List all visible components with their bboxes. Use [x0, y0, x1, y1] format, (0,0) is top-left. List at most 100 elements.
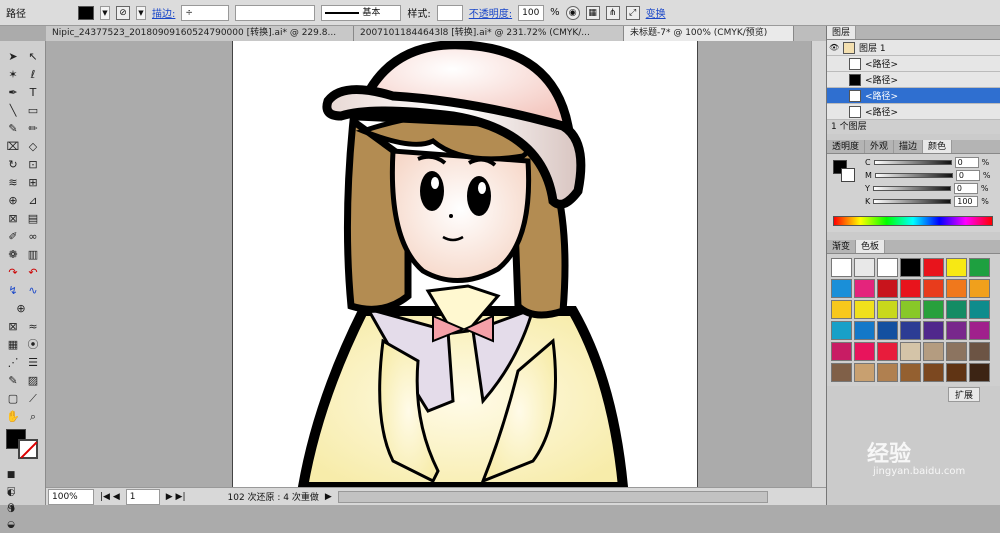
color-swatch[interactable] — [923, 363, 944, 382]
pen-tool-icon[interactable]: ✒ — [4, 85, 22, 101]
fill-dropdown[interactable]: ▼ — [100, 5, 110, 20]
color-swatch[interactable] — [969, 321, 990, 340]
tab-document-1[interactable]: Nipic_24377523_20180909160524790000 [转换]… — [46, 26, 354, 41]
isolate-icon[interactable]: ⤢ — [625, 5, 640, 20]
tab-document-2[interactable]: 20071011844643l8 [转换].ai* @ 231.72% (CMY… — [354, 26, 624, 41]
status-arrow-icon[interactable]: ▶ — [325, 492, 332, 502]
color-swatch[interactable] — [831, 342, 852, 361]
canvas-vertical-scrollbar[interactable] — [811, 41, 826, 487]
slice-tool-icon[interactable]: ≈ — [24, 319, 42, 335]
horizontal-scrollbar[interactable] — [337, 490, 768, 503]
variable-width-field[interactable] — [235, 4, 316, 21]
color-swatch[interactable] — [900, 279, 921, 298]
layer-row[interactable]: 👁 图层 1 — [827, 40, 1000, 56]
stroke-dropdown[interactable]: ▼ — [136, 5, 146, 20]
color-swatch[interactable] — [923, 342, 944, 361]
selection-options-icon[interactable]: ⋔ — [605, 5, 620, 20]
color-swatch[interactable] — [969, 363, 990, 382]
transform-link[interactable]: 变换 — [646, 5, 666, 20]
stroke-weight-field[interactable]: ÷ — [181, 4, 230, 21]
tab-document-3[interactable]: 未标题-7* @ 100% (CMYK/预览) — [624, 26, 794, 41]
color-swatch[interactable] — [877, 342, 898, 361]
hand-tool-icon[interactable]: ✋ — [4, 409, 22, 425]
recolor-icon[interactable]: ◉ — [565, 5, 580, 20]
warp-tool-icon[interactable]: ↶ — [24, 265, 42, 281]
twirl-tool-icon[interactable]: ∿ — [24, 283, 42, 299]
perspective-grid-tool-icon[interactable]: ⊿ — [24, 193, 42, 209]
bend-tool-icon[interactable]: ⦿ — [24, 337, 42, 353]
zoom-tool-icon[interactable]: ⌕ — [24, 409, 42, 425]
graphic-style-field[interactable] — [436, 4, 463, 21]
chart-tool-icon[interactable]: ▦ — [4, 337, 22, 353]
color-swatch[interactable] — [900, 300, 921, 319]
path-row[interactable]: <路径> — [827, 72, 1000, 88]
black-slider[interactable]: K 100% — [861, 195, 991, 208]
gradient-tool-icon[interactable]: ▤ — [24, 211, 42, 227]
fill-color-swatch[interactable] — [78, 5, 94, 20]
path-row[interactable]: <路径> — [827, 104, 1000, 120]
color-swatch[interactable] — [854, 300, 875, 319]
free-transform-tool-icon[interactable]: ⊞ — [24, 175, 42, 191]
mesh-tool-icon[interactable]: ⊠ — [4, 211, 22, 227]
color-swatch[interactable] — [877, 300, 898, 319]
color-swatch[interactable] — [946, 258, 967, 277]
first-page-icon[interactable]: |◀ ◀ — [100, 492, 120, 502]
color-swatch[interactable] — [969, 258, 990, 277]
lasso-tool-icon[interactable]: ℓ — [24, 67, 42, 83]
symbol-sprayer-tool-icon[interactable]: ❁ — [4, 247, 22, 263]
curvature-tool-icon[interactable]: ↷ — [4, 265, 22, 281]
stroke-link[interactable]: 描边: — [152, 5, 175, 20]
opacity-field[interactable]: 100 — [518, 4, 545, 21]
opacity-link[interactable]: 不透明度: — [469, 5, 512, 20]
eyedropper-tool-icon[interactable]: ✐ — [4, 229, 22, 245]
selection-tool-icon[interactable]: ➤ — [4, 49, 22, 65]
rotate-tool-icon[interactable]: ↻ — [4, 157, 22, 173]
tab-swatches[interactable]: 色板 — [856, 240, 886, 253]
cyan-slider[interactable]: C 0% — [861, 156, 991, 169]
eraser-tool-icon[interactable]: ◇ — [24, 139, 42, 155]
brush-style-field[interactable]: 基本 — [321, 4, 402, 21]
column-graph-tool-icon[interactable]: ☰ — [24, 355, 42, 371]
color-swatch[interactable] — [923, 258, 944, 277]
shape-builder-tool-icon[interactable]: ⊕ — [4, 193, 22, 209]
tab-color[interactable]: 颜色 — [923, 140, 953, 153]
color-swatch[interactable] — [831, 300, 852, 319]
eye-icon[interactable]: 👁 — [829, 43, 839, 53]
blend-tool-icon[interactable]: ∞ — [24, 229, 42, 245]
crop-tool-icon[interactable]: ▢ — [4, 391, 22, 407]
path-row-selected[interactable]: <路径> — [827, 88, 1000, 104]
color-spectrum-bar[interactable] — [833, 216, 993, 226]
girl-illustration[interactable] — [233, 41, 699, 487]
tab-appearance[interactable]: 外观 — [865, 140, 895, 153]
magenta-slider[interactable]: M 0% — [861, 169, 991, 182]
graph-tool-icon[interactable]: ▥ — [24, 247, 42, 263]
color-swatch[interactable] — [877, 321, 898, 340]
blob-brush-tool-icon[interactable]: ⌧ — [4, 139, 22, 155]
color-swatch[interactable] — [900, 342, 921, 361]
artboard-tool-icon[interactable]: ⊠ — [4, 319, 22, 335]
color-swatch[interactable] — [969, 300, 990, 319]
color-swatch[interactable] — [900, 363, 921, 382]
width-tool-icon[interactable]: ≋ — [4, 175, 22, 191]
artboard[interactable] — [232, 41, 698, 487]
paintbrush-tool-icon[interactable]: ✎ — [4, 121, 22, 137]
yellow-slider[interactable]: Y 0% — [861, 182, 991, 195]
magic-wand-tool-icon[interactable]: ✶ — [4, 67, 22, 83]
color-swatch[interactable] — [854, 279, 875, 298]
color-mode-icon[interactable]: ■ □ ⊘ — [2, 467, 20, 512]
color-swatch[interactable] — [900, 258, 921, 277]
color-swatch[interactable] — [831, 321, 852, 340]
color-swatch[interactable] — [946, 279, 967, 298]
color-stroke-indicator[interactable] — [841, 168, 855, 182]
target-tool-icon[interactable]: ⊕ — [12, 301, 30, 317]
scale-tool-icon[interactable]: ⊡ — [24, 157, 42, 173]
color-swatch[interactable] — [946, 300, 967, 319]
path-row[interactable]: <路径> — [827, 56, 1000, 72]
pencil-tool-icon[interactable]: ✏ — [24, 121, 42, 137]
color-swatch[interactable] — [946, 342, 967, 361]
measure-tool-icon[interactable]: ✎ — [4, 373, 22, 389]
color-swatch[interactable] — [946, 363, 967, 382]
tab-transparency[interactable]: 透明度 — [827, 140, 866, 153]
canvas-area[interactable] — [46, 41, 826, 487]
type-tool-icon[interactable]: T — [24, 85, 42, 101]
